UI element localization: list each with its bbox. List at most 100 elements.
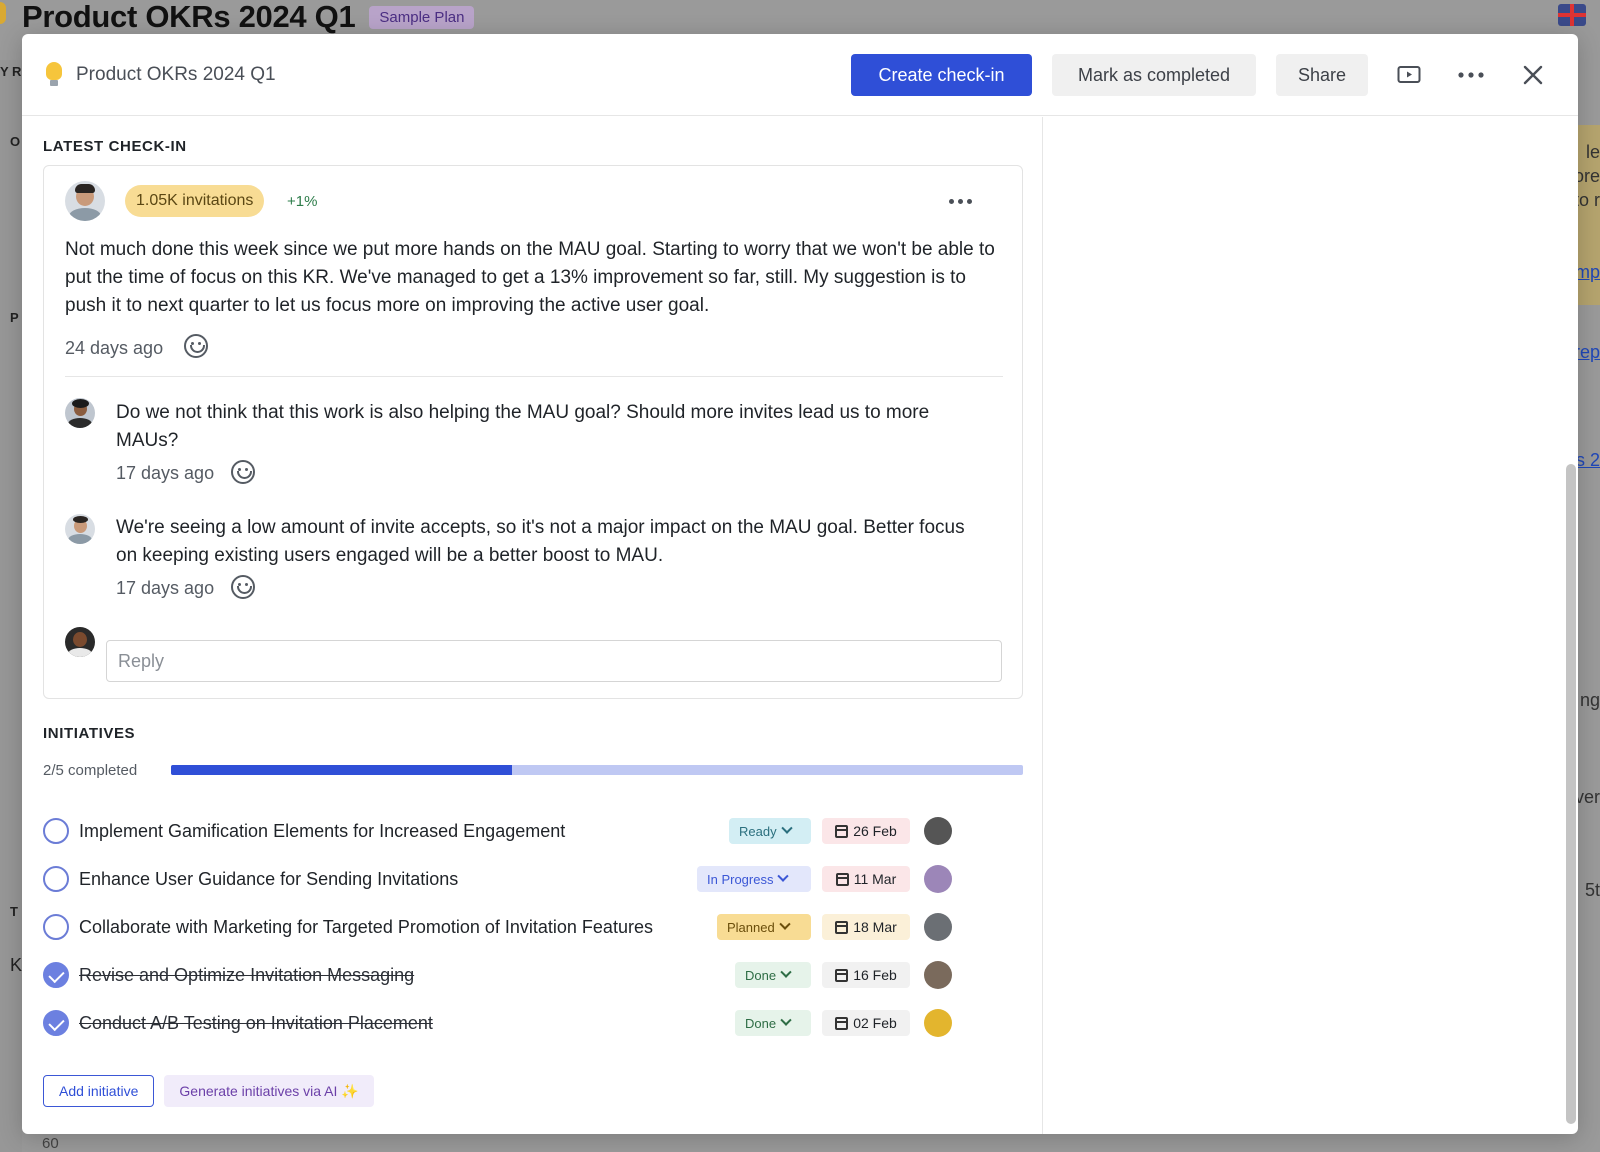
- chevron-down-icon: [779, 918, 791, 930]
- add-reaction-icon[interactable]: [231, 460, 255, 484]
- assignee-avatar[interactable]: [924, 961, 952, 989]
- status-label: Ready: [739, 823, 777, 839]
- status-dropdown[interactable]: Ready: [729, 818, 811, 844]
- due-date-label: 26 Feb: [853, 823, 897, 839]
- checkin-text: Not much done this week since we put mor…: [65, 239, 995, 316]
- due-date[interactable]: 16 Feb: [822, 962, 910, 988]
- avatar[interactable]: [65, 514, 95, 544]
- page-title: Product OKRs 2024 Q1: [22, 0, 356, 34]
- initiative-row[interactable]: Collaborate with Marketing for Targeted …: [43, 907, 1003, 947]
- due-date-label: 02 Feb: [853, 1015, 897, 1031]
- metric-pill: 1.05K invitations: [125, 185, 265, 217]
- status-dropdown[interactable]: Planned: [717, 914, 811, 940]
- add-reaction-icon[interactable]: [231, 575, 255, 599]
- reply-text: We're seeing a low amount of invite acce…: [116, 517, 965, 566]
- due-date-label: 16 Feb: [853, 967, 897, 983]
- checkin-more-icon[interactable]: [949, 199, 972, 204]
- left-fragment: P: [10, 310, 19, 325]
- initiative-row[interactable]: Enhance User Guidance for Sending Invita…: [43, 859, 1003, 899]
- add-initiative-button[interactable]: Add initiative: [43, 1075, 155, 1107]
- left-fragment: O: [10, 134, 21, 149]
- reply-time: 17 days ago: [116, 463, 215, 483]
- calendar-icon: [835, 872, 849, 886]
- more-options-icon[interactable]: [1450, 54, 1492, 96]
- calendar-icon: [835, 1016, 849, 1030]
- initiative-row[interactable]: Implement Gamification Elements for Incr…: [43, 811, 1003, 851]
- progress-fill: [171, 765, 512, 775]
- initiative-row[interactable]: Revise and Optimize Invitation Messaging…: [43, 955, 1003, 995]
- initiative-title[interactable]: Implement Gamification Elements for Incr…: [79, 821, 565, 842]
- chevron-down-icon: [780, 822, 793, 834]
- right-link-fragment[interactable]: s 2: [1576, 450, 1600, 471]
- due-date-label: 18 Mar: [853, 919, 897, 935]
- initiative-title[interactable]: Enhance User Guidance for Sending Invita…: [79, 869, 458, 890]
- left-fragment: T: [10, 904, 18, 919]
- status-label: Done: [745, 1015, 777, 1031]
- right-fragment: ver: [1574, 787, 1600, 807]
- background-left-strip: Y R O P T K: [0, 60, 22, 1152]
- main-column: LATEST CHECK-IN 1.05K invitations +1% No…: [22, 117, 1043, 1134]
- right-link-fragment[interactable]: mp: [1575, 262, 1600, 283]
- complete-checkbox[interactable]: [43, 962, 69, 988]
- current-user-avatar: [65, 627, 95, 657]
- okr-detail-modal: Product OKRs 2024 Q1 Create check-in Mar…: [22, 34, 1578, 1134]
- share-button[interactable]: Share: [1276, 54, 1368, 96]
- initiative-title[interactable]: Conduct A/B Testing on Invitation Placem…: [79, 1013, 433, 1034]
- complete-checkbox[interactable]: [43, 1010, 69, 1036]
- status-label: Planned: [727, 919, 775, 935]
- bulb-icon: [0, 2, 6, 24]
- initiative-row[interactable]: Conduct A/B Testing on Invitation Placem…: [43, 1003, 1003, 1043]
- assignee-avatar[interactable]: [924, 1009, 952, 1037]
- chevron-down-icon: [780, 1014, 792, 1026]
- checkin-time: 24 days ago: [65, 338, 164, 358]
- assignee-avatar[interactable]: [924, 913, 952, 941]
- reply-input[interactable]: Reply: [106, 640, 1002, 682]
- right-fragment: le: [1585, 142, 1600, 162]
- initiative-actions: Add initiative Generate initiatives via …: [43, 1075, 374, 1107]
- avatar[interactable]: [65, 181, 105, 221]
- lightbulb-icon: [46, 61, 62, 88]
- status-dropdown[interactable]: In Progress: [697, 866, 811, 892]
- calendar-icon: [835, 968, 849, 982]
- reply-time: 17 days ago: [116, 578, 215, 598]
- background-number: 60: [42, 1135, 59, 1152]
- left-fragment: K: [10, 955, 23, 975]
- create-checkin-button[interactable]: Create check-in: [851, 54, 1032, 96]
- status-dropdown[interactable]: Done: [735, 1010, 811, 1036]
- initiatives-label: INITIATIVES: [43, 725, 136, 742]
- latest-checkin-label: LATEST CHECK-IN: [43, 138, 187, 155]
- due-date[interactable]: 11 Mar: [822, 866, 910, 892]
- complete-checkbox[interactable]: [43, 914, 69, 940]
- generate-initiatives-ai-button[interactable]: Generate initiatives via AI ✨: [164, 1075, 374, 1107]
- initiative-title[interactable]: Revise and Optimize Invitation Messaging: [79, 965, 414, 986]
- modal-header: Product OKRs 2024 Q1 Create check-in Mar…: [22, 34, 1578, 116]
- add-reaction-icon[interactable]: [184, 334, 208, 358]
- due-date[interactable]: 26 Feb: [822, 818, 910, 844]
- present-icon[interactable]: [1388, 54, 1430, 96]
- divider: [65, 376, 1003, 377]
- due-date-label: 11 Mar: [853, 871, 897, 887]
- header-actions: Create check-in Mark as completed Share: [851, 54, 1554, 96]
- complete-checkbox[interactable]: [43, 866, 69, 892]
- calendar-icon: [835, 920, 849, 934]
- assignee-avatar[interactable]: [924, 817, 952, 845]
- mark-completed-button[interactable]: Mark as completed: [1052, 54, 1256, 96]
- complete-checkbox[interactable]: [43, 818, 69, 844]
- delta-value: +1%: [287, 193, 318, 210]
- uk-flag-icon[interactable]: [1558, 4, 1586, 26]
- due-date[interactable]: 02 Feb: [822, 1010, 910, 1036]
- scrollbar[interactable]: [1566, 464, 1576, 1124]
- due-date[interactable]: 18 Mar: [822, 914, 910, 940]
- reply-text: Do we not think that this work is also h…: [116, 402, 930, 451]
- status-label: Done: [745, 967, 777, 983]
- initiative-title[interactable]: Collaborate with Marketing for Targeted …: [79, 917, 653, 938]
- assignee-avatar[interactable]: [924, 865, 952, 893]
- right-fragment: ng: [1579, 690, 1600, 710]
- status-dropdown[interactable]: Done: [735, 962, 811, 988]
- avatar[interactable]: [65, 398, 95, 428]
- background-title-bar: Product OKRs 2024 Q1 Sample Plan: [22, 0, 475, 34]
- calendar-icon: [835, 824, 849, 838]
- initiatives-progress-bar: [171, 765, 1023, 775]
- close-icon[interactable]: [1512, 54, 1554, 96]
- sample-plan-badge: Sample Plan: [369, 5, 475, 29]
